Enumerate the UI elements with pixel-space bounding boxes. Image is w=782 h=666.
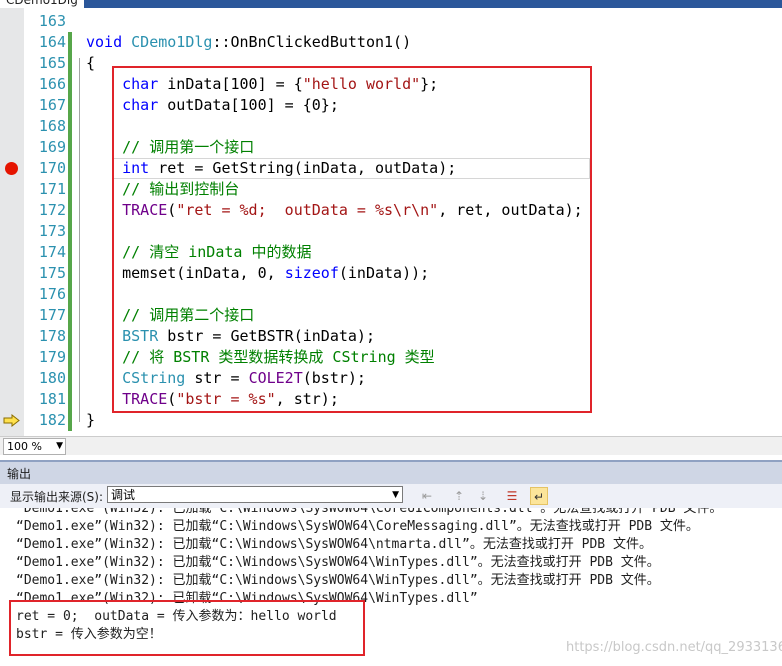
line-number: 168 [38,117,66,135]
code-line[interactable]: 163 [0,11,782,32]
line-number: 173 [38,222,66,240]
change-indicator [68,74,72,95]
line-number: 166 [38,75,66,93]
change-indicator [68,368,72,389]
code-editor[interactable]: 163164 void CDemo1Dlg::OnBnClickedButton1… [0,8,782,436]
line-number: 182 [38,411,66,429]
output-source-label: 显示输出来源(S): [10,490,104,504]
change-indicator [68,263,72,284]
line-number: 172 [38,201,66,219]
find-next-icon[interactable]: ⇣ [474,487,492,505]
output-line: “Demo1.exe”(Win32): 已加载“C:\Windows\SysWO… [16,537,652,552]
line-number: 163 [38,12,66,30]
output-panel-title: 输出 [7,467,32,481]
change-indicator [68,242,72,263]
output-source-select[interactable]: 调试 ▼ [107,486,403,503]
change-indicator [68,326,72,347]
goto-prev-message-icon[interactable]: ⇤ [418,487,436,505]
change-indicator [68,32,72,53]
change-indicator [68,116,72,137]
code-text[interactable]: { [86,53,95,74]
line-number: 176 [38,285,66,303]
code-text[interactable]: } [86,410,95,431]
change-indicator [68,137,72,158]
zoom-select[interactable]: 100 % ▼ [3,438,66,455]
change-indicator [68,284,72,305]
line-number: 170 [38,159,66,177]
breakpoint-icon[interactable] [5,162,18,175]
change-indicator [68,179,72,200]
document-tab-strip: CDemo1Dlg [0,0,782,8]
word-wrap-icon[interactable]: ↵ [530,487,548,505]
line-number: 171 [38,180,66,198]
output-toolbar: 显示输出来源(S): 调试 ▼ ⇤ ⇡ ⇣ ☰ ↵ [0,484,782,508]
change-indicator [68,347,72,368]
chevron-down-icon: ▼ [392,490,399,500]
code-text[interactable]: void CDemo1Dlg::OnBnClickedButton1() [86,32,411,53]
line-number: 181 [38,390,66,408]
change-indicator [68,53,72,74]
code-line[interactable]: 182} [0,410,782,431]
execution-pointer-icon [3,414,20,427]
change-indicator [68,158,72,179]
line-number: 164 [38,33,66,51]
line-number: 178 [38,327,66,345]
line-number: 179 [38,348,66,366]
line-number: 177 [38,306,66,324]
editor-status-bar: 100 % ▼ [0,436,782,455]
clear-all-icon[interactable]: ☰ [503,487,521,505]
line-number: 165 [38,54,66,72]
line-number: 167 [38,96,66,114]
change-indicator [68,305,72,326]
line-number: 169 [38,138,66,156]
code-line[interactable]: 164 void CDemo1Dlg::OnBnClickedButton1() [0,32,782,53]
output-line: “Demo1.exe”(Win32): 已加载“C:\Windows\SysWO… [16,519,699,534]
code-highlight-box [112,66,592,413]
output-line: “Demo1.exe”(Win32): 已加载“C:\Windows\SysWO… [16,573,660,588]
change-indicator [68,200,72,221]
output-line: “Demo1.exe”(Win32): 已加载“C:\Windows\SysWO… [16,508,723,516]
outline-guide [79,58,80,422]
line-number: 174 [38,243,66,261]
output-line: “Demo1.exe”(Win32): 已加载“C:\Windows\SysWO… [16,555,660,570]
document-tab[interactable]: CDemo1Dlg [0,0,84,8]
line-number: 180 [38,369,66,387]
change-indicator [68,221,72,242]
change-indicator [68,410,72,431]
output-panel-header: 输出 [0,460,782,484]
change-indicator [68,95,72,116]
chevron-down-icon: ▼ [56,441,63,451]
line-number: 175 [38,264,66,282]
change-indicator [68,389,72,410]
output-highlight-box [9,600,365,656]
watermark: https://blog.csdn.net/qq_29331365 [566,640,782,655]
find-prev-icon[interactable]: ⇡ [450,487,468,505]
